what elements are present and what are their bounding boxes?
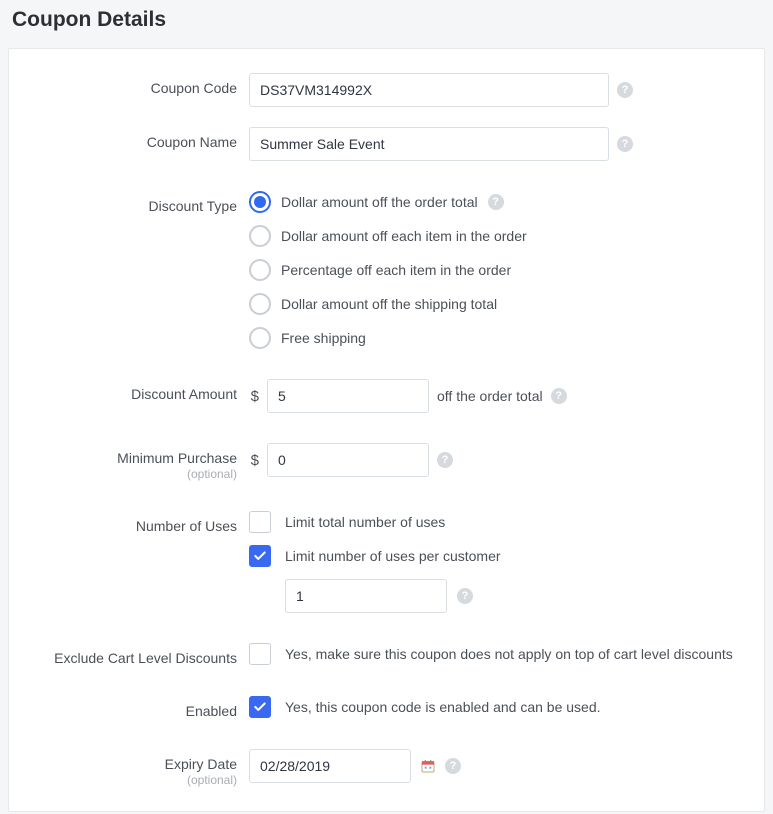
checkbox-label: Yes, this coupon code is enabled and can… — [285, 699, 601, 715]
checkbox-limit-total[interactable] — [249, 511, 271, 533]
checkbox-label: Limit number of uses per customer — [285, 548, 501, 564]
label-minimum-purchase: Minimum Purchase (optional) — [27, 443, 249, 481]
checkbox-row-exclude-cart: Yes, make sure this coupon does not appl… — [249, 643, 733, 665]
radio-row-free-shipping: Free shipping — [249, 327, 527, 349]
help-icon[interactable]: ? — [617, 136, 633, 152]
radio-label: Dollar amount off the order total — [281, 194, 478, 210]
per-customer-limit-input[interactable] — [285, 579, 447, 613]
label-discount-type: Discount Type — [27, 191, 249, 214]
discount-suffix-text: off the order total — [437, 388, 543, 404]
radio-label: Dollar amount off the shipping total — [281, 296, 497, 312]
label-discount-amount: Discount Amount — [27, 379, 249, 402]
label-text: Minimum Purchase — [117, 450, 237, 466]
radio-shipping[interactable] — [249, 293, 271, 315]
label-number-of-uses: Number of Uses — [27, 511, 249, 534]
per-customer-limit-row: ? — [285, 579, 501, 613]
row-coupon-code: Coupon Code ? — [27, 73, 746, 107]
checkbox-enabled[interactable] — [249, 696, 271, 718]
currency-symbol: $ — [249, 388, 259, 405]
label-coupon-code: Coupon Code — [27, 73, 249, 96]
label-optional: (optional) — [27, 467, 237, 481]
minimum-purchase-input[interactable] — [267, 443, 429, 477]
help-icon[interactable]: ? — [437, 452, 453, 468]
radio-row-shipping: Dollar amount off the shipping total — [249, 293, 527, 315]
row-coupon-name: Coupon Name ? — [27, 127, 746, 161]
help-icon[interactable]: ? — [457, 588, 473, 604]
help-icon[interactable]: ? — [445, 758, 461, 774]
radio-label: Dollar amount off each item in the order — [281, 228, 527, 244]
checkbox-label: Limit total number of uses — [285, 514, 445, 530]
row-number-of-uses: Number of Uses Limit total number of use… — [27, 511, 746, 613]
label-enabled: Enabled — [27, 696, 249, 719]
label-optional: (optional) — [27, 773, 237, 787]
checkbox-row-limit-per-customer: Limit number of uses per customer — [249, 545, 501, 567]
row-expiry-date: Expiry Date (optional) ? — [27, 749, 746, 787]
checkbox-row-enabled: Yes, this coupon code is enabled and can… — [249, 696, 601, 718]
radio-free-shipping[interactable] — [249, 327, 271, 349]
discount-amount-input[interactable] — [267, 379, 429, 413]
page-title: Coupon Details — [12, 8, 765, 32]
row-enabled: Enabled Yes, this coupon code is enabled… — [27, 696, 746, 719]
help-icon[interactable]: ? — [551, 388, 567, 404]
checkbox-row-limit-total: Limit total number of uses — [249, 511, 501, 533]
radio-label: Percentage off each item in the order — [281, 262, 511, 278]
coupon-form-panel: Coupon Code ? Coupon Name ? Discount Typ… — [8, 48, 765, 812]
radio-row-order-total: Dollar amount off the order total ? — [249, 191, 527, 213]
checkbox-label: Yes, make sure this coupon does not appl… — [285, 646, 733, 662]
row-exclude-cart: Exclude Cart Level Discounts Yes, make s… — [27, 643, 746, 666]
discount-type-radio-group: Dollar amount off the order total ? Doll… — [249, 191, 527, 349]
row-discount-amount: Discount Amount $ off the order total ? — [27, 379, 746, 413]
label-expiry-date: Expiry Date (optional) — [27, 749, 249, 787]
coupon-code-input[interactable] — [249, 73, 609, 107]
checkbox-exclude-cart[interactable] — [249, 643, 271, 665]
radio-label: Free shipping — [281, 330, 366, 346]
radio-row-each-item: Dollar amount off each item in the order — [249, 225, 527, 247]
expiry-date-input[interactable] — [249, 749, 411, 783]
calendar-icon[interactable] — [419, 757, 437, 775]
radio-row-percentage: Percentage off each item in the order — [249, 259, 527, 281]
label-exclude-cart: Exclude Cart Level Discounts — [27, 643, 249, 666]
label-coupon-name: Coupon Name — [27, 127, 249, 150]
coupon-name-input[interactable] — [249, 127, 609, 161]
radio-order-total[interactable] — [249, 191, 271, 213]
label-text: Expiry Date — [165, 756, 237, 772]
row-discount-type: Discount Type Dollar amount off the orde… — [27, 191, 746, 349]
radio-percentage[interactable] — [249, 259, 271, 281]
help-icon[interactable]: ? — [488, 194, 504, 210]
currency-symbol: $ — [249, 452, 259, 469]
radio-each-item[interactable] — [249, 225, 271, 247]
checkbox-limit-per-customer[interactable] — [249, 545, 271, 567]
row-minimum-purchase: Minimum Purchase (optional) $ ? — [27, 443, 746, 481]
help-icon[interactable]: ? — [617, 82, 633, 98]
